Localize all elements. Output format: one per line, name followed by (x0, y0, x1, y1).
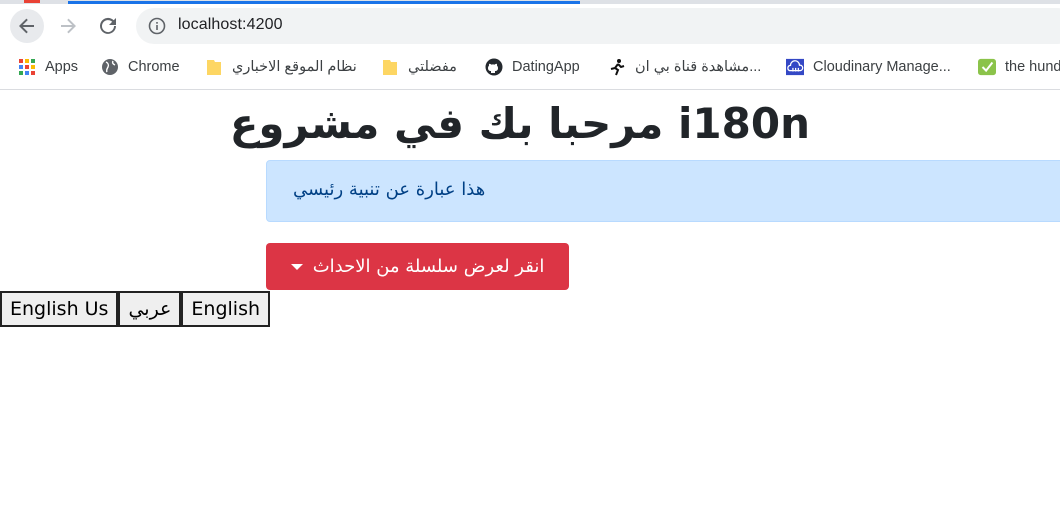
bookmark-news-system[interactable]: نظام الموقع الاخباري (205, 52, 357, 82)
language-button-arabic[interactable]: عربي (118, 291, 182, 327)
dropdown-label: انقر لعرض سلسلة من الاحداث (312, 256, 545, 277)
bookmark-label: DatingApp (512, 59, 580, 75)
browser-toolbar: localhost:4200 (0, 6, 1060, 48)
language-button-english-us[interactable]: English Us (0, 291, 119, 327)
page-title: i180n مرحبا بك في مشروع (229, 99, 810, 148)
arrow-right-icon (61, 18, 76, 34)
arrow-left-icon (19, 18, 34, 34)
page-content: i180n مرحبا بك في مشروع هذا عبارة عن تنب… (0, 90, 1060, 505)
reload-button[interactable] (91, 9, 125, 43)
bookmark-chrome[interactable]: Chrome (101, 52, 180, 82)
bookmark-label: مشاهدة قناة بي ان... (635, 59, 762, 75)
active-tab-indicator (68, 1, 580, 4)
back-button[interactable] (10, 9, 44, 43)
globe-icon (101, 58, 119, 76)
bookmark-label: Cloudinary Manage... (813, 59, 951, 75)
tab-favicon (24, 0, 40, 3)
info-icon (148, 17, 166, 35)
reload-icon (100, 17, 116, 34)
bookmark-label: Apps (45, 59, 79, 75)
bookmark-label: مفضلتي (408, 59, 457, 75)
browser-chrome: localhost:4200 Apps Chrome نظام الموقع ا… (0, 0, 1060, 90)
folder-icon (205, 58, 223, 76)
bookmark-label: Chrome (128, 59, 180, 75)
alert-text: هذا عبارة عن تنبية رئيسي (293, 179, 486, 200)
bookmark-apps[interactable]: Apps (18, 52, 78, 82)
folder-icon (381, 58, 399, 76)
url-text: localhost:4200 (178, 16, 283, 33)
info-alert: هذا عبارة عن تنبية رئيسي (266, 160, 1060, 222)
language-switcher: English Us عربي English (0, 291, 271, 327)
bookmark-datingapp[interactable]: DatingApp (485, 52, 580, 82)
apps-grid-icon (18, 58, 36, 76)
github-icon (485, 58, 503, 76)
events-dropdown-button[interactable]: انقر لعرض سلسلة من الاحداث (266, 243, 569, 290)
bookmark-bein[interactable]: مشاهدة قناة بي ان... (608, 52, 761, 82)
tab-strip (0, 0, 1060, 4)
check-icon (978, 58, 996, 76)
language-button-english[interactable]: English (181, 291, 271, 327)
bookmark-label: the hund (1005, 59, 1060, 75)
cloudinary-icon (786, 58, 804, 76)
runner-icon (608, 58, 626, 76)
forward-button[interactable] (51, 9, 85, 43)
bookmarks-bar: Apps Chrome نظام الموقع الاخباري مفضلتي … (0, 52, 1060, 82)
bookmark-favorites[interactable]: مفضلتي (381, 52, 457, 82)
bookmark-the-hund[interactable]: the hund (978, 52, 1060, 82)
bookmark-cloudinary[interactable]: Cloudinary Manage... (786, 52, 951, 82)
caret-down-icon (290, 263, 303, 270)
address-bar[interactable]: localhost:4200 (136, 8, 1060, 44)
bookmark-label: نظام الموقع الاخباري (232, 59, 357, 75)
